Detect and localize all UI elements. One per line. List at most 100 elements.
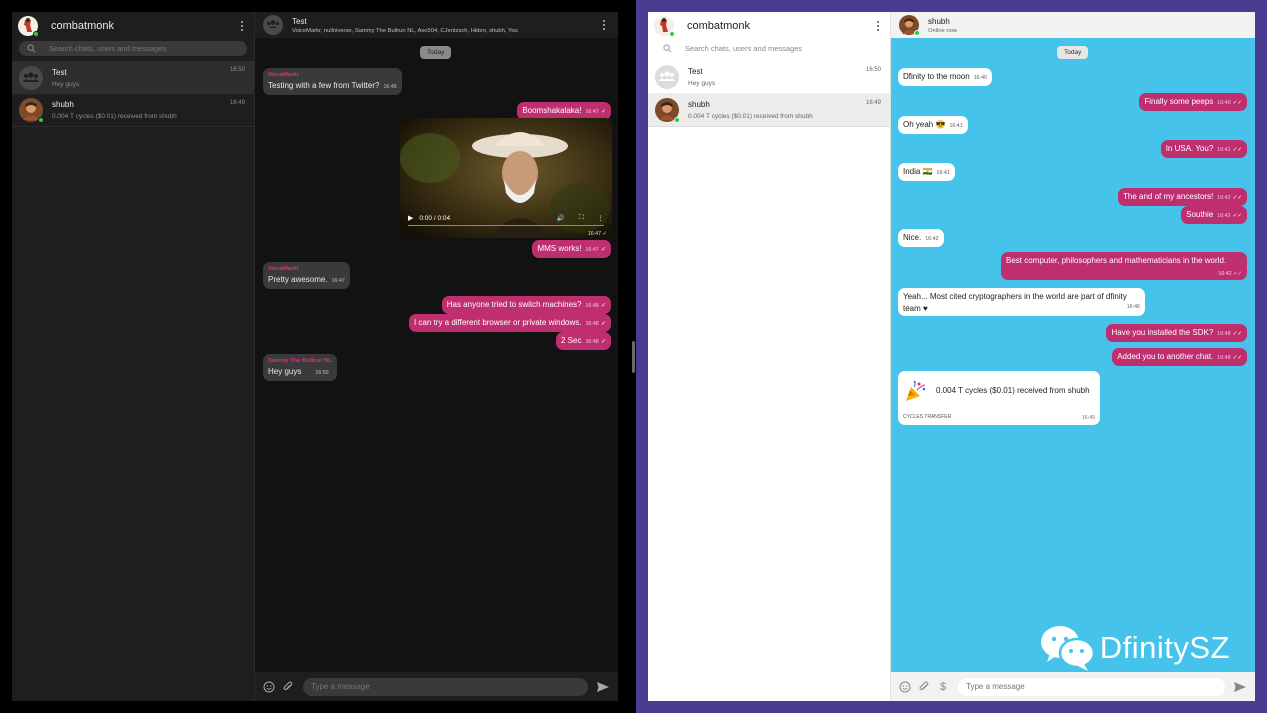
video-timestamp: 16:47 ✓	[587, 231, 607, 237]
emoji-icon[interactable]	[899, 681, 911, 693]
sidebar-title: combatmonk	[51, 20, 114, 32]
message-time: 16:42 ✓✓	[1218, 271, 1242, 277]
message-text: Best computer, philosophers and mathemat…	[1006, 256, 1227, 265]
send-icon[interactable]	[596, 680, 610, 694]
my-avatar[interactable]	[654, 16, 675, 37]
message-text: The and of my ancestors!	[1123, 192, 1214, 201]
online-indicator	[33, 31, 39, 37]
message-time: 16:47	[585, 109, 599, 115]
chat-time: 16:49	[229, 100, 245, 106]
user-avatar	[655, 98, 680, 123]
chat-header: Test VoiceMarkr, nullniverse, Sammy The …	[255, 12, 618, 38]
message-incoming: VoiceMarkr Pretty awesome. 16:47	[263, 262, 350, 289]
chat-list-item-test[interactable]: Test Hey guys 16:50	[648, 61, 890, 94]
chat-list-item-shubh[interactable]: shubh 0.004 T cycles ($0.01) received fr…	[12, 94, 254, 127]
message-text: Hey guys	[268, 367, 302, 376]
chat-preview: Hey guys	[52, 80, 80, 88]
video-progress-bar[interactable]	[408, 224, 604, 226]
message-time: 16:48	[585, 339, 599, 345]
search-input[interactable]: Search chats, users and messages	[49, 44, 166, 53]
chat-name: shubh	[52, 100, 74, 109]
play-icon[interactable]: ▶	[408, 214, 413, 222]
light-app-window: combatmonk Search chats, users and messa…	[648, 12, 1255, 701]
split-view-handle[interactable]	[632, 341, 635, 373]
message-input[interactable]	[303, 677, 588, 696]
chat-name: Test	[688, 67, 703, 76]
double-check-icon: ✓✓	[1232, 100, 1242, 106]
message-incoming: India 🇮🇳 16:41	[898, 163, 955, 181]
message-outgoing: The and of my ancestors! 16:42 ✓✓	[1118, 188, 1247, 206]
search-icon	[27, 44, 36, 53]
double-check-icon: ✓✓	[1232, 213, 1242, 219]
dark-chat-pane: Test VoiceMarkr, nullniverse, Sammy The …	[255, 12, 618, 701]
message-time: 16:48	[585, 321, 599, 327]
message-text: In USA. You?	[1165, 144, 1214, 153]
dark-theme-panel: combatmonk Search chats, users and messa…	[0, 0, 636, 713]
dark-sidebar: combatmonk Search chats, users and messa…	[12, 12, 255, 701]
chat-list-item-shubh[interactable]: shubh 0.004 T cycles ($0.01) received fr…	[648, 94, 890, 127]
double-check-icon: ✓✓	[1232, 355, 1242, 361]
my-avatar[interactable]	[18, 16, 39, 37]
double-check-icon: ✓✓	[1232, 147, 1242, 153]
attach-icon[interactable]	[282, 681, 294, 693]
check-icon: ✓	[600, 109, 606, 115]
chat-name: Test	[52, 67, 67, 77]
message-incoming: Nice. 16:42	[898, 229, 944, 247]
search-bar[interactable]: Search chats, users and messages	[19, 41, 247, 56]
message-text: Dfinity to the moon	[903, 72, 970, 81]
group-icon	[19, 65, 43, 90]
message-outgoing: In USA. You? 16:41 ✓✓	[1160, 140, 1247, 158]
message-sender: Sammy The Bullrun NL	[268, 358, 332, 364]
group-icon[interactable]	[263, 15, 283, 35]
message-text: Yeah... Most cited cryptographers in the…	[903, 292, 1127, 313]
fullscreen-icon[interactable]: ⛶	[579, 214, 584, 222]
message-outgoing: Southie 16:42 ✓✓	[1181, 206, 1247, 224]
composer-bar: $	[891, 672, 1255, 701]
dollar-icon[interactable]: $	[937, 681, 949, 693]
message-text: Finally some peeps	[1144, 97, 1214, 106]
send-icon[interactable]	[1233, 680, 1247, 694]
sidebar-header: combatmonk	[12, 13, 254, 39]
emoji-icon[interactable]	[263, 681, 275, 693]
message-time: 16:42	[1217, 195, 1231, 201]
online-indicator	[669, 31, 675, 37]
chat-menu-icon[interactable]	[598, 18, 610, 32]
volume-icon[interactable]: 🔊	[557, 214, 565, 222]
message-input[interactable]	[958, 677, 1225, 696]
user-avatar[interactable]	[899, 15, 920, 36]
message-incoming: Oh yeah 😎 16:41	[898, 116, 968, 134]
message-outgoing: Have you installed the SDK? 16:48 ✓✓	[1106, 324, 1247, 342]
message-time: 16:42	[925, 236, 939, 242]
search-bar[interactable]: Search chats, users and messages	[655, 41, 883, 56]
chat-name: shubh	[688, 100, 710, 109]
message-text: Has anyone tried to switch machines?	[446, 300, 582, 309]
chat-header: shubh Online now	[891, 12, 1255, 38]
sidebar-menu-icon[interactable]	[872, 19, 884, 33]
cycles-transfer-card[interactable]: 0.004 T cycles ($0.01) received from shu…	[898, 371, 1100, 425]
message-incoming: Dfinity to the moon 16:40	[898, 68, 992, 86]
message-time: 16:42	[1217, 213, 1231, 219]
chat-title: Test	[292, 16, 307, 26]
message-text: Have you installed the SDK?	[1111, 328, 1214, 337]
message-outgoing: I can try a different browser or private…	[408, 314, 611, 332]
message-sender: VoiceMarkr	[268, 72, 299, 78]
video-message: ▶ 0:00 / 0:04 🔊 ⛶ ⋮ 16:47 ✓	[400, 118, 612, 238]
wechat-logo-icon	[1040, 626, 1095, 671]
online-indicator	[38, 117, 44, 123]
message-text: Boomshakalaka!	[522, 106, 582, 115]
chat-list-item-test[interactable]: Test Hey guys 16:50	[12, 61, 254, 94]
online-indicator	[914, 30, 920, 36]
message-text: Pretty awesome.	[268, 275, 328, 284]
light-chat-pane: shubh Online now Today Dfinity to the mo…	[891, 12, 1255, 701]
video-menu-icon[interactable]: ⋮	[598, 214, 605, 222]
chat-members: VoiceMarkr, nullniverse, Sammy The Bullr…	[292, 27, 518, 34]
dark-app-window: combatmonk Search chats, users and messa…	[12, 12, 618, 701]
message-time: 16:47	[585, 247, 599, 253]
double-check-icon: ✓✓	[1232, 331, 1242, 337]
search-input[interactable]: Search chats, users and messages	[685, 44, 802, 53]
message-time: 16:41	[1217, 147, 1231, 153]
sidebar-menu-icon[interactable]	[236, 19, 248, 33]
user-avatar	[19, 98, 44, 123]
attach-icon[interactable]	[918, 681, 930, 693]
chat-time: 16:50	[865, 67, 881, 73]
